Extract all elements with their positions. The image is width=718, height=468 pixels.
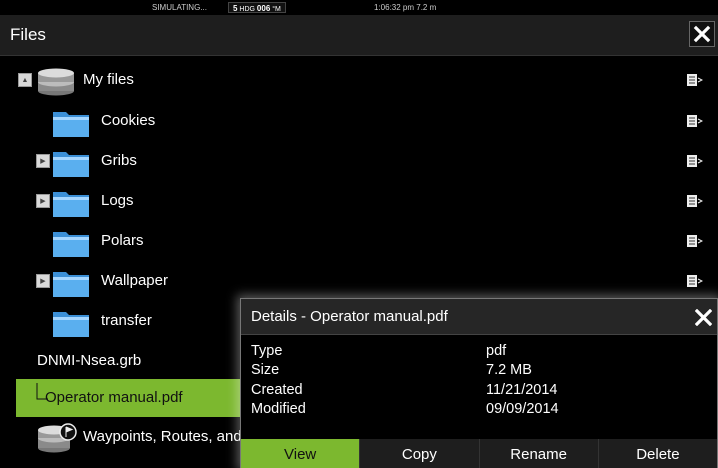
collapse-toggle[interactable]: ▲ <box>18 73 32 87</box>
details-actions: View Copy Rename Delete <box>241 439 717 468</box>
tree-item-polars[interactable]: Polars <box>16 222 711 260</box>
tree-item-label: Cookies <box>101 112 156 129</box>
folder-icon <box>53 192 89 217</box>
tree-item-logs[interactable]: ▶ Logs <box>16 182 711 220</box>
detail-value-size: 7.2 MB <box>486 362 532 378</box>
details-header: Details - Operator manual.pdf <box>241 299 717 335</box>
rename-button[interactable]: Rename <box>478 439 598 468</box>
expand-toggle[interactable]: ▶ <box>36 154 50 168</box>
details-close-button[interactable] <box>692 306 714 328</box>
tree-item-label: Waypoints, Routes, and T <box>83 428 255 445</box>
folder-icon <box>53 312 89 337</box>
heading-prefix: HDG <box>239 6 255 13</box>
detail-key-modified: Modified <box>251 401 306 417</box>
waypoint-database-icon <box>38 423 77 453</box>
simulating-indicator: SIMULATING... <box>152 3 207 12</box>
tree-item-label: Polars <box>101 232 144 249</box>
tree-item-gribs[interactable]: ▶ Gribs <box>16 142 711 180</box>
folder-icon <box>53 232 89 257</box>
heading-unit: °M <box>272 6 281 13</box>
tree-item-label: Wallpaper <box>101 272 168 289</box>
copy-button[interactable]: Copy <box>359 439 479 468</box>
detail-value-modified: 09/09/2014 <box>486 401 559 417</box>
status-bar: SIMULATING... 5 HDG 006 °M 1:06:32 pm 7.… <box>0 0 718 15</box>
title-bar: Files <box>0 15 718 56</box>
tree-item-my-files[interactable]: ▲ My files <box>16 61 711 99</box>
heading-value: 5 <box>233 4 238 13</box>
detail-key-size: Size <box>251 362 280 378</box>
tree-item-label: transfer <box>101 312 152 329</box>
detail-key-type: Type <box>251 343 283 359</box>
expand-toggle[interactable]: ▶ <box>36 194 50 208</box>
tree-item-label: DNMI-Nsea.grb <box>37 352 142 369</box>
close-icon <box>694 308 712 326</box>
close-icon <box>693 25 711 43</box>
item-options-icon[interactable] <box>687 154 703 168</box>
folder-icon <box>53 152 89 177</box>
storage-drive-icon <box>38 68 74 96</box>
details-dialog: Details - Operator manual.pdf Type pdf S… <box>240 298 718 468</box>
item-options-icon[interactable] <box>687 194 703 208</box>
detail-value-created: 11/21/2014 <box>486 382 558 398</box>
time-depth-readout: 1:06:32 pm 7.2 m <box>374 3 437 12</box>
item-options-icon[interactable] <box>687 114 703 128</box>
expand-toggle[interactable]: ▶ <box>36 274 50 288</box>
tree-item-operator-manual-pdf[interactable]: Operator manual.pdf <box>16 379 240 417</box>
tree-item-cookies[interactable]: Cookies <box>16 102 711 140</box>
detail-value-type: pdf <box>486 343 507 359</box>
view-button[interactable]: View <box>241 439 360 468</box>
folder-icon <box>53 272 89 297</box>
close-button[interactable] <box>689 21 715 47</box>
heading-readout: 5 HDG 006 °M <box>228 2 286 13</box>
tree-item-label: Logs <box>101 192 134 209</box>
details-title: Details - Operator manual.pdf <box>251 308 448 325</box>
item-options-icon[interactable] <box>687 274 703 288</box>
tree-item-wallpaper[interactable]: ▶ Wallpaper <box>16 262 711 300</box>
item-options-icon[interactable] <box>687 73 703 87</box>
folder-icon <box>53 112 89 137</box>
heading-degrees: 006 <box>256 4 271 13</box>
delete-button[interactable]: Delete <box>597 439 717 468</box>
item-options-icon[interactable] <box>687 234 703 248</box>
page-title: Files <box>10 25 46 44</box>
tree-item-label: Gribs <box>101 152 137 169</box>
tree-item-label: Operator manual.pdf <box>45 389 183 406</box>
detail-key-created: Created <box>251 382 303 398</box>
tree-item-label: My files <box>83 71 134 88</box>
